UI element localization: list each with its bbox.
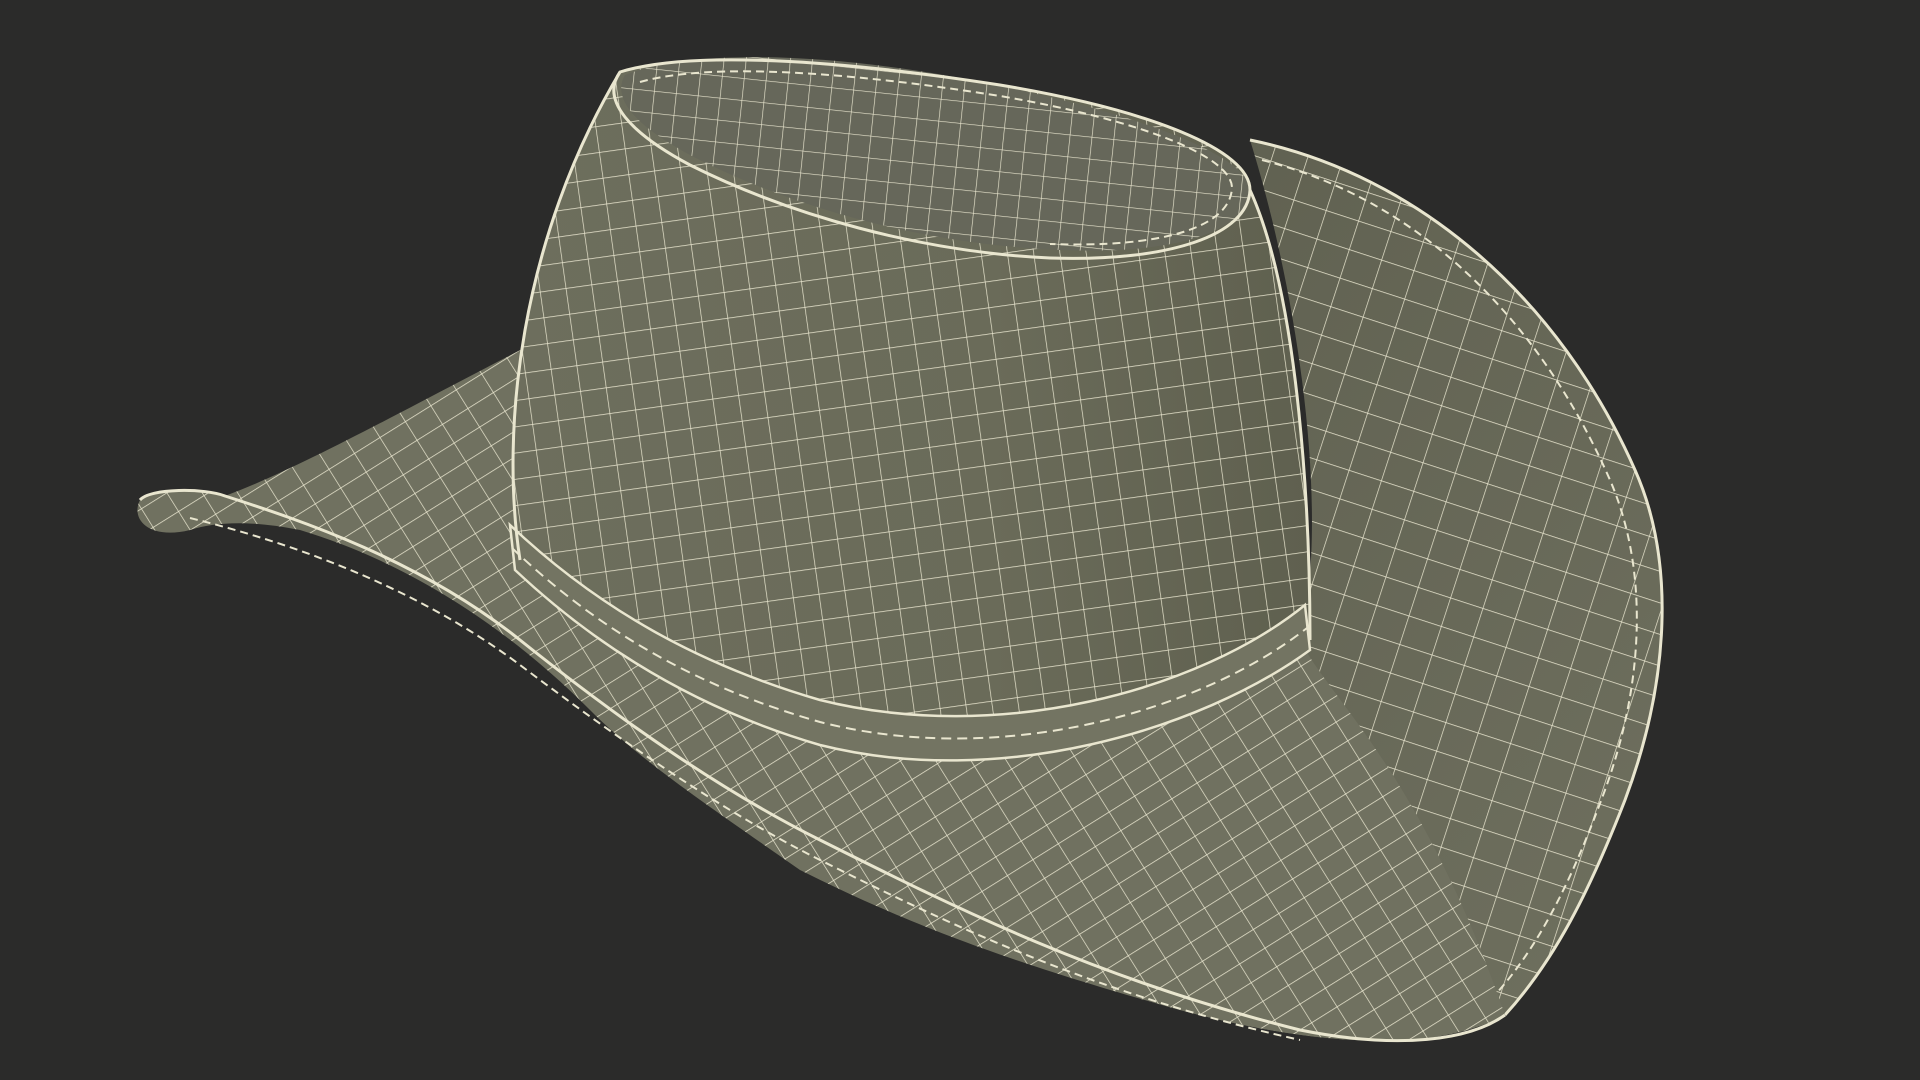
wireframe-render [137, 57, 1664, 1043]
render-viewport [0, 0, 1920, 1080]
